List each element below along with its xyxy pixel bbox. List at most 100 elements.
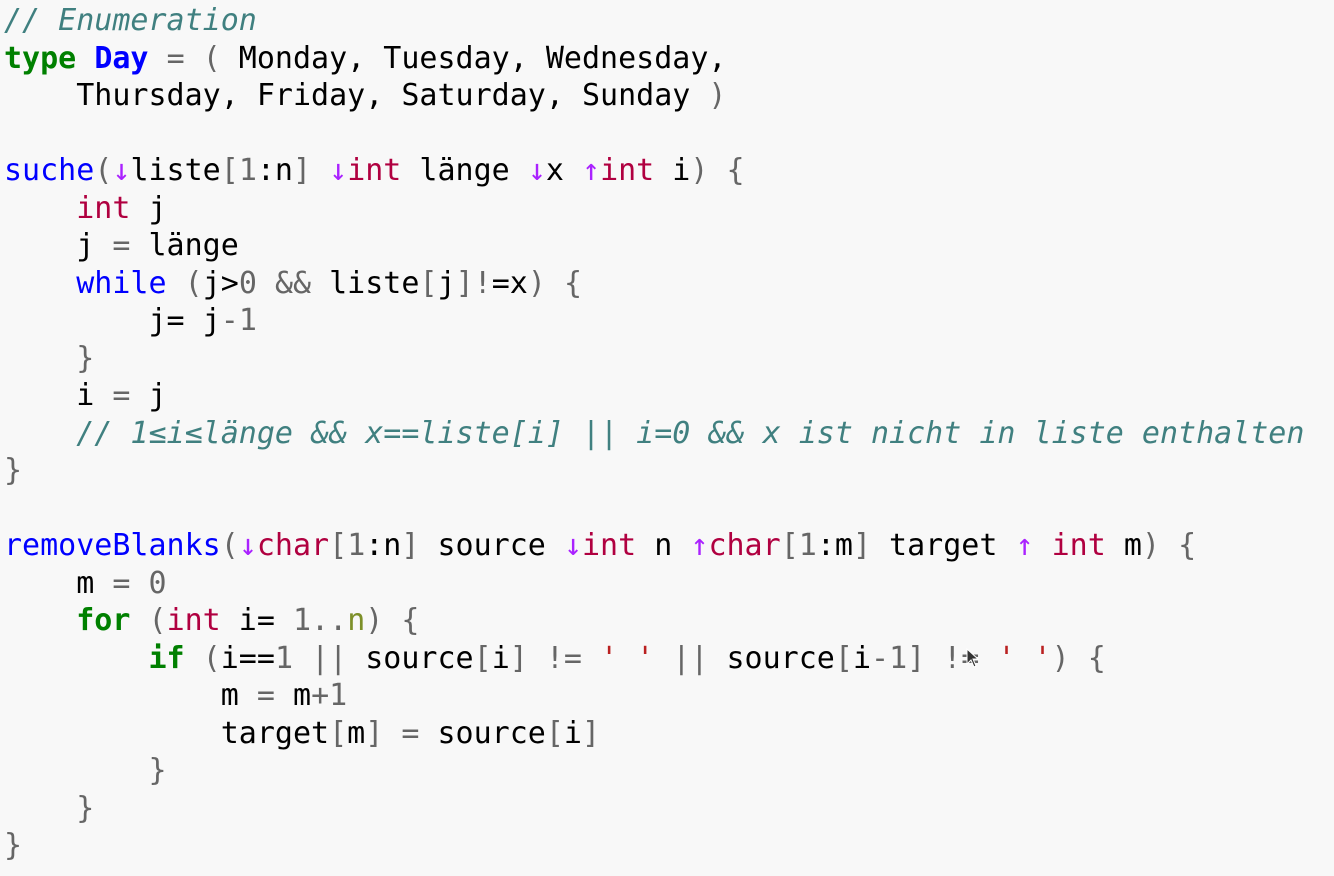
token-punctuation: } [76, 790, 95, 826]
token-type-keyword: char [256, 528, 330, 563]
token-identifier: target [4, 715, 330, 751]
token-type-keyword: char [708, 528, 781, 563]
token-punctuation: ] [581, 715, 601, 751]
token-identifier [4, 266, 76, 301]
token-identifier: m [274, 678, 312, 713]
token-direction-arrow: ↑ [582, 153, 601, 188]
token-class-name: Day [94, 40, 149, 76]
token-operator: = [256, 678, 275, 713]
token-identifier [383, 716, 401, 751]
token-direction-arrow: ↓ [527, 153, 546, 188]
code-line: if (i==1 || source[i] != ' ' || source[i… [4, 640, 1304, 678]
token-identifier [708, 153, 726, 188]
token-identifier: n [347, 603, 366, 638]
token-identifier [4, 753, 149, 788]
token-operator: || [311, 640, 348, 676]
token-identifier: source [419, 528, 564, 563]
token-direction-arrow: ↓ [112, 153, 131, 188]
token-identifier [167, 266, 185, 301]
code-line: m = m+1 [4, 677, 1304, 715]
token-punctuation: ] [852, 528, 871, 563]
token-punctuation: ]! [455, 265, 492, 301]
token-identifier: liste [311, 265, 420, 301]
token-comment: // 1≤i≤länge && x==liste[i] || i=0 && x … [76, 415, 1305, 451]
token-number: 0 [148, 565, 167, 601]
token-type-keyword: int [76, 190, 131, 226]
token-operator: != [545, 640, 582, 676]
token-punctuation: { [1178, 528, 1197, 563]
token-punctuation: } [148, 753, 167, 788]
token-punctuation: [ [329, 528, 348, 563]
token-identifier [257, 266, 275, 301]
token-identifier [130, 603, 148, 638]
token-comment: // Enumeration [4, 3, 257, 38]
code-line: } [4, 790, 1304, 828]
token-identifier: target [871, 528, 1016, 563]
token-number: 1 [798, 528, 817, 563]
token-punctuation: [ [780, 528, 799, 563]
token-identifier [4, 416, 76, 451]
token-punctuation: ( [202, 640, 221, 676]
token-number: 1 [238, 153, 257, 188]
token-identifier: liste [130, 153, 221, 188]
token-direction-arrow: ↓ [329, 153, 348, 188]
token-punctuation: { [726, 153, 745, 188]
token-operator: - [220, 303, 239, 338]
token-identifier [130, 566, 148, 601]
token-number: 1 [889, 640, 908, 676]
token-identifier: j [437, 265, 456, 301]
code-line: } [4, 452, 1304, 490]
token-type-keyword: int [582, 528, 637, 563]
token-identifier: m [4, 678, 257, 713]
mouse-pointer-icon [966, 648, 980, 668]
token-punctuation: } [4, 828, 23, 863]
code-line: Thursday, Friday, Saturday, Sunday ) [4, 77, 1304, 115]
token-number: 1.. [293, 603, 348, 638]
token-identifier: m [1105, 528, 1142, 563]
token-identifier [1160, 528, 1178, 563]
token-identifier [4, 641, 149, 676]
token-punctuation: ) [365, 603, 384, 638]
token-punctuation: ] [509, 640, 528, 676]
token-direction-arrow: ↑ [690, 528, 709, 563]
token-punctuation: ) [527, 265, 546, 301]
token-identifier: :n [256, 153, 293, 188]
code-editor[interactable]: // Enumeration type Day = ( Monday, Tuesd… [4, 2, 1304, 865]
token-identifier: j= j [4, 303, 221, 338]
token-operator: = [112, 228, 131, 263]
token-keyword: for [76, 603, 131, 638]
token-identifier: =x [491, 265, 528, 301]
token-identifier [546, 266, 564, 301]
token-operator: && [274, 265, 312, 301]
token-identifier [582, 641, 600, 676]
token-punctuation: ) [690, 153, 709, 188]
code-line: m = 0 [4, 565, 1304, 603]
token-identifier: länge [130, 228, 239, 263]
token-identifier [1034, 528, 1052, 563]
token-identifier: source [419, 715, 546, 751]
token-operator: = [112, 378, 131, 413]
token-type-keyword: int [347, 153, 402, 188]
token-identifier [528, 641, 546, 676]
token-operator: = [401, 715, 420, 751]
token-operator: || [672, 640, 709, 676]
code-line: } [4, 340, 1304, 378]
token-identifier: m [4, 565, 113, 601]
code-line: type Day = ( Monday, Tuesday, Wednesday, [4, 40, 1304, 78]
token-identifier: source [347, 640, 474, 676]
token-identifier [979, 641, 997, 676]
token-function-name: removeBlanks [4, 528, 221, 563]
token-punctuation: ( [220, 528, 239, 563]
code-line: removeBlanks(↓char[1:n] source ↓int n ↑c… [4, 527, 1304, 565]
code-line: i = j [4, 377, 1304, 415]
token-punctuation: [ [220, 153, 239, 188]
token-operator: + [311, 678, 330, 713]
code-line: } [4, 752, 1304, 790]
token-identifier: n [636, 528, 691, 563]
token-identifier: j [130, 378, 167, 413]
token-identifier: source [708, 640, 835, 676]
token-identifier [293, 641, 311, 676]
token-identifier [311, 153, 329, 188]
